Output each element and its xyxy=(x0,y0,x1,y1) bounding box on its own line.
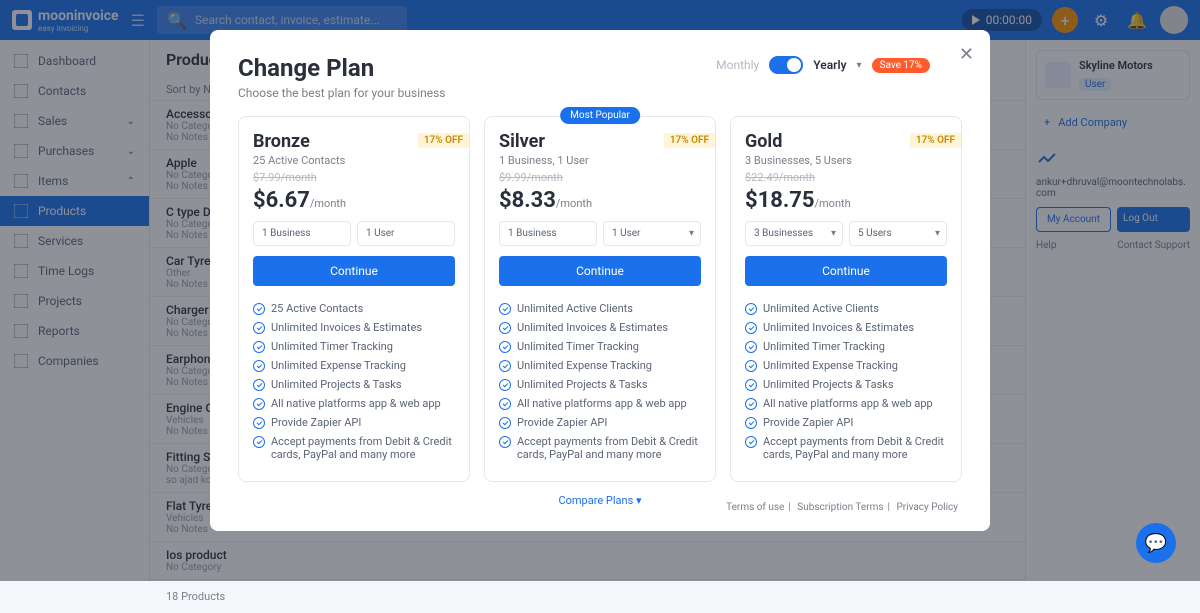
check-icon xyxy=(499,417,511,429)
check-icon xyxy=(253,417,265,429)
check-icon xyxy=(745,322,757,334)
check-icon xyxy=(253,322,265,334)
check-icon xyxy=(745,417,757,429)
feature-item: Provide Zapier API xyxy=(253,416,455,429)
plan-old-price: $22.49/month xyxy=(745,171,947,184)
check-icon xyxy=(499,398,511,410)
check-icon xyxy=(499,360,511,372)
save-badge: Save 17% xyxy=(872,58,930,73)
check-icon xyxy=(253,379,265,391)
subscription-terms-link[interactable]: Subscription Terms xyxy=(797,502,883,513)
feature-item: Accept payments from Debit & Credit card… xyxy=(253,435,455,461)
feature-item: Unlimited Timer Tracking xyxy=(253,340,455,353)
feature-item: All native platforms app & web app xyxy=(745,397,947,410)
plan-old-price: $9.99/month xyxy=(499,171,701,184)
feature-item: Unlimited Invoices & Estimates xyxy=(499,321,701,334)
chevron-down-icon: ▾ xyxy=(636,494,642,507)
feature-item: Unlimited Projects & Tasks xyxy=(499,378,701,391)
feature-item: 25 Active Contacts xyxy=(253,302,455,315)
change-plan-modal: ✕ Change Plan Choose the best plan for y… xyxy=(210,30,990,531)
feature-item: Accept payments from Debit & Credit card… xyxy=(745,435,947,461)
popular-badge: Most Popular xyxy=(560,107,640,124)
compare-plans-link[interactable]: Compare Plans ▾ xyxy=(558,494,641,507)
check-icon xyxy=(253,360,265,372)
feature-item: Unlimited Expense Tracking xyxy=(253,359,455,372)
feature-item: Unlimited Invoices & Estimates xyxy=(253,321,455,334)
plan-desc: 1 Business, 1 User xyxy=(499,154,701,167)
check-icon xyxy=(499,379,511,391)
feature-item: Unlimited Invoices & Estimates xyxy=(745,321,947,334)
check-icon xyxy=(499,436,511,448)
check-icon xyxy=(745,341,757,353)
check-icon xyxy=(253,341,265,353)
business-select[interactable]: 3 Businesses xyxy=(745,221,843,246)
check-icon xyxy=(745,303,757,315)
feature-item: Provide Zapier API xyxy=(499,416,701,429)
terms-link[interactable]: Terms of use xyxy=(726,502,784,513)
business-select[interactable]: 1 Business xyxy=(253,221,351,246)
plan-gold: 17% OFFGold3 Businesses, 5 Users$22.49/m… xyxy=(730,116,962,482)
close-icon[interactable]: ✕ xyxy=(959,44,974,65)
plan-old-price: $7.99/month xyxy=(253,171,455,184)
check-icon xyxy=(745,436,757,448)
product-count: 18 Products xyxy=(150,580,1025,613)
plan-silver: Most Popular17% OFFSilver1 Business, 1 U… xyxy=(484,116,716,482)
continue-button[interactable]: Continue xyxy=(745,256,947,286)
feature-item: Unlimited Timer Tracking xyxy=(745,340,947,353)
user-select[interactable]: 1 User xyxy=(357,221,455,246)
discount-badge: 17% OFF xyxy=(664,133,715,148)
feature-item: Provide Zapier API xyxy=(745,416,947,429)
monthly-label[interactable]: Monthly xyxy=(716,58,759,72)
feature-item: Accept payments from Debit & Credit card… xyxy=(499,435,701,461)
check-icon xyxy=(499,341,511,353)
check-icon xyxy=(499,303,511,315)
check-icon xyxy=(253,436,265,448)
billing-switch[interactable] xyxy=(769,56,803,74)
feature-item: Unlimited Timer Tracking xyxy=(499,340,701,353)
check-icon xyxy=(253,303,265,315)
plan-desc: 3 Businesses, 5 Users xyxy=(745,154,947,167)
plan-bronze: 17% OFFBronze25 Active Contacts$7.99/mon… xyxy=(238,116,470,482)
plan-desc: 25 Active Contacts xyxy=(253,154,455,167)
user-select[interactable]: 1 User xyxy=(603,221,701,246)
continue-button[interactable]: Continue xyxy=(499,256,701,286)
discount-badge: 17% OFF xyxy=(418,133,469,148)
privacy-link[interactable]: Privacy Policy xyxy=(896,502,958,513)
feature-item: Unlimited Expense Tracking xyxy=(499,359,701,372)
feature-item: Unlimited Active Clients xyxy=(499,302,701,315)
business-select[interactable]: 1 Business xyxy=(499,221,597,246)
billing-toggle: Monthly Yearly ▾ Save 17% xyxy=(716,56,930,74)
footer-links: Terms of use| Subscription Terms| Privac… xyxy=(722,502,962,513)
modal-overlay: ✕ Change Plan Choose the best plan for y… xyxy=(0,0,1200,581)
user-select[interactable]: 5 Users xyxy=(849,221,947,246)
plan-price: $8.33/month xyxy=(499,188,701,213)
continue-button[interactable]: Continue xyxy=(253,256,455,286)
chat-icon[interactable]: 💬 xyxy=(1136,523,1176,563)
feature-item: Unlimited Expense Tracking xyxy=(745,359,947,372)
chevron-down-icon: ▾ xyxy=(857,60,862,71)
check-icon xyxy=(499,322,511,334)
feature-item: All native platforms app & web app xyxy=(499,397,701,410)
feature-item: Unlimited Projects & Tasks xyxy=(253,378,455,391)
modal-subtitle: Choose the best plan for your business xyxy=(238,86,962,100)
feature-item: Unlimited Projects & Tasks xyxy=(745,378,947,391)
feature-item: All native platforms app & web app xyxy=(253,397,455,410)
yearly-label[interactable]: Yearly xyxy=(813,58,846,72)
plans-row: 17% OFFBronze25 Active Contacts$7.99/mon… xyxy=(238,116,962,482)
check-icon xyxy=(745,360,757,372)
check-icon xyxy=(253,398,265,410)
check-icon xyxy=(745,379,757,391)
check-icon xyxy=(745,398,757,410)
plan-price: $6.67/month xyxy=(253,188,455,213)
feature-item: Unlimited Active Clients xyxy=(745,302,947,315)
discount-badge: 17% OFF xyxy=(910,133,961,148)
plan-price: $18.75/month xyxy=(745,188,947,213)
